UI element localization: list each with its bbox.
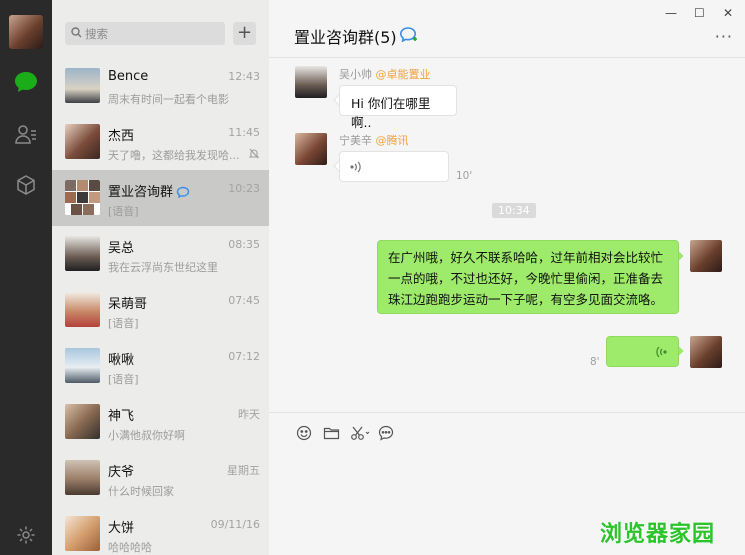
message-timestamp: 10:34 — [492, 203, 536, 218]
contacts-icon[interactable] — [12, 120, 40, 148]
avatar — [65, 404, 100, 439]
group-avatar — [65, 180, 100, 215]
chat-header: 置业咨询群(5) — ☐ ✕ ··· — [269, 0, 745, 58]
chat-title: 置业咨询群(5) — [294, 28, 397, 47]
conversation-preview: [语音] — [108, 373, 139, 386]
conversation-name: 大饼 — [108, 521, 135, 536]
avatar — [65, 292, 100, 327]
conversation-name: 置业咨询群 — [108, 181, 190, 200]
avatar — [65, 68, 100, 103]
maximize-button[interactable]: ☐ — [694, 6, 705, 20]
chat-pane: 置业咨询群(5) — ☐ ✕ ··· 吴小帅 @卓能置业 Hi 你们在哪里啊..… — [269, 0, 745, 555]
conversation-name: 呆萌哥 — [108, 297, 148, 312]
conversation-item-active[interactable]: 置业咨询群 10:23 [语音] — [52, 170, 269, 226]
watermark: 浏览器家园 — [600, 522, 716, 547]
search-box[interactable]: 搜索 — [65, 22, 225, 45]
voice-duration: 10' — [456, 170, 473, 182]
mute-bell-icon — [249, 148, 259, 159]
conversation-name: 庆爷 — [108, 465, 135, 480]
conversation-preview: [语音] — [108, 317, 139, 330]
conversation-time: 07:12 — [228, 350, 260, 363]
conversation-preview: 哈哈哈哈 — [108, 541, 152, 554]
conversation-preview: 我在云浮尚东世纪这里 — [108, 261, 218, 274]
chat-icon[interactable] — [12, 68, 40, 96]
conversation-time: 08:35 — [228, 238, 260, 251]
conversation-preview: 什么时候回家 — [108, 485, 174, 498]
conversation-item[interactable]: 杰西 11:45 天了噜，这都给我发现哈... — [52, 114, 269, 170]
group-chat-icon — [176, 186, 190, 198]
conversation-preview: 天了噜，这都给我发现哈... — [108, 149, 240, 162]
more-options-button[interactable]: ··· — [715, 27, 733, 46]
conversation-name: 神飞 — [108, 409, 135, 424]
emoji-icon[interactable] — [296, 425, 312, 441]
my-message-bubble[interactable]: 在广州哦，好久不联系哈哈，过年前相对会比较忙一点的哦，不过也还好，今晚忙里偷闲，… — [377, 240, 679, 314]
conversation-time: 12:43 — [228, 70, 260, 83]
conversation-list: 搜索 + Bence 12:43 周末有时间一起看个电影 杰西 11:45 天了… — [52, 0, 269, 555]
conversation-time: 09/11/16 — [210, 518, 260, 531]
screenshot-scissors-icon[interactable] — [350, 425, 370, 441]
conversation-item[interactable]: 庆爷 星期五 什么时候回家 — [52, 450, 269, 506]
favorites-box-icon[interactable] — [12, 171, 40, 199]
conversation-preview: 周末有时间一起看个电影 — [108, 93, 229, 106]
conversation-item[interactable]: 啾啾 07:12 [语音] — [52, 338, 269, 394]
nav-rail — [0, 0, 52, 555]
search-icon — [71, 27, 82, 38]
conversation-time: 星期五 — [227, 464, 260, 477]
conversation-item[interactable]: Bence 12:43 周末有时间一起看个电影 — [52, 58, 269, 114]
conversation-name: 杰西 — [108, 129, 135, 144]
conversation-time: 07:45 — [228, 294, 260, 307]
voice-message-bubble[interactable] — [339, 151, 449, 182]
voice-duration: 8' — [590, 356, 600, 368]
my-avatar[interactable] — [690, 336, 722, 368]
add-chat-button[interactable]: + — [233, 22, 256, 45]
voice-wave-icon — [350, 161, 361, 173]
conversation-time: 昨天 — [238, 408, 260, 421]
sender-avatar[interactable] — [295, 133, 327, 165]
conversation-item[interactable]: 神飞 昨天 小满他叔你好啊 — [52, 394, 269, 450]
message-bubble[interactable]: Hi 你们在哪里啊.. — [339, 85, 457, 130]
conversation-name: 吴总 — [108, 241, 135, 256]
sender-name: 吴小帅 @卓能置业 — [339, 68, 431, 81]
my-avatar[interactable] — [690, 240, 722, 272]
my-voice-message-bubble[interactable] — [606, 336, 679, 367]
conversation-time: 11:45 — [228, 126, 260, 139]
sender-name: 宁美辛 @腾讯 — [339, 134, 409, 147]
conversation-item[interactable]: 吴总 08:35 我在云浮尚东世纪这里 — [52, 226, 269, 282]
conversation-time: 10:23 — [228, 182, 260, 195]
conversation-name: 啾啾 — [108, 353, 135, 368]
avatar — [65, 236, 100, 271]
conversation-name: Bence — [108, 69, 149, 84]
my-avatar[interactable] — [9, 15, 43, 49]
close-button[interactable]: ✕ — [723, 6, 733, 20]
voice-wave-icon — [656, 346, 667, 358]
chat-history-icon[interactable] — [378, 425, 394, 441]
search-placeholder: 搜索 — [85, 27, 108, 41]
group-chat-icon — [399, 27, 417, 42]
conversation-preview: 小满他叔你好啊 — [108, 429, 185, 442]
minimize-button[interactable]: — — [665, 6, 677, 20]
avatar — [65, 460, 100, 495]
folder-icon[interactable] — [323, 425, 340, 441]
conversation-item[interactable]: 呆萌哥 07:45 [语音] — [52, 282, 269, 338]
settings-gear-icon[interactable] — [12, 521, 40, 549]
avatar — [65, 516, 100, 551]
avatar — [65, 124, 100, 159]
conversation-item[interactable]: 大饼 09/11/16 哈哈哈哈 — [52, 506, 269, 555]
sender-avatar[interactable] — [295, 66, 327, 98]
conversation-preview: [语音] — [108, 205, 139, 218]
avatar — [65, 348, 100, 383]
